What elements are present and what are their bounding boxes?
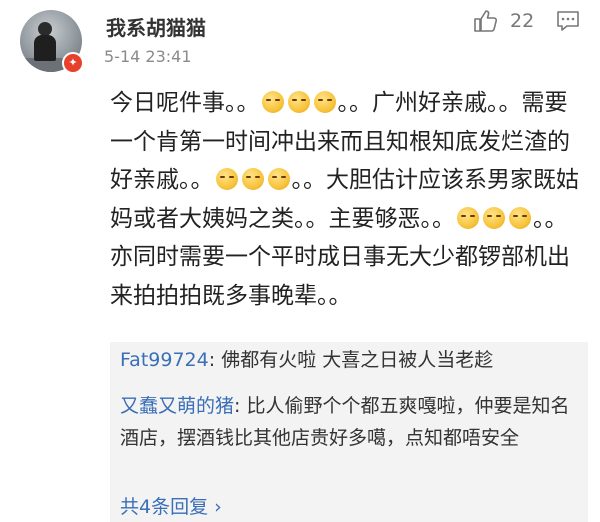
- like-count: 22: [510, 10, 535, 32]
- comment-text-segment: 今日呢件事。。: [110, 90, 260, 116]
- more-replies-link[interactable]: 共4条回复 ›: [120, 492, 222, 519]
- shy-face-emoji-icon: [215, 168, 238, 190]
- avatar-figure-head: [38, 22, 52, 36]
- comment-icon[interactable]: [555, 9, 581, 33]
- shy-face-emoji-icon: [287, 91, 310, 113]
- thumbs-up-icon[interactable]: [472, 8, 498, 34]
- shy-face-emoji-icon: [313, 91, 336, 113]
- shy-face-emoji-icon: [457, 206, 479, 229]
- comment-body: 今日呢件事。。 。。广州好亲戚。。需要一个肯第一时间冲出来而且知根知底发烂渣的好亲…: [110, 84, 590, 315]
- vip-badge-icon: ✦: [62, 52, 84, 74]
- shy-face-emoji-icon: [483, 206, 505, 229]
- replies-panel: Fat99724: 佛都有火啦 大喜之日被人当老趁 又蠢又萌的猪: 比人偷野个个…: [110, 342, 588, 522]
- shy-face-emoji-icon: [267, 168, 290, 190]
- shy-face-emoji-icon: [509, 206, 531, 229]
- reply-colon: :: [208, 349, 222, 371]
- reply-colon: :: [234, 395, 247, 417]
- reply-author[interactable]: Fat99724: [120, 349, 209, 371]
- timestamp: 5-14 23:41: [104, 47, 192, 66]
- shy-face-emoji-icon: [261, 91, 284, 113]
- reply-author[interactable]: 又蠢又萌的猪: [120, 395, 234, 417]
- reply-item: 又蠢又萌的猪: 比人偷野个个都五爽嘎啦，仲要是知名酒店，摆酒钱比其他店贵好多噶，…: [120, 390, 582, 454]
- username[interactable]: 我系胡猫猫: [106, 12, 206, 41]
- reply-text: 佛都有火啦 大喜之日被人当老趁: [221, 349, 494, 371]
- reply-item: Fat99724: 佛都有火啦 大喜之日被人当老趁: [120, 344, 582, 376]
- avatar-figure-body: [34, 35, 56, 61]
- shy-face-emoji-icon: [241, 168, 264, 190]
